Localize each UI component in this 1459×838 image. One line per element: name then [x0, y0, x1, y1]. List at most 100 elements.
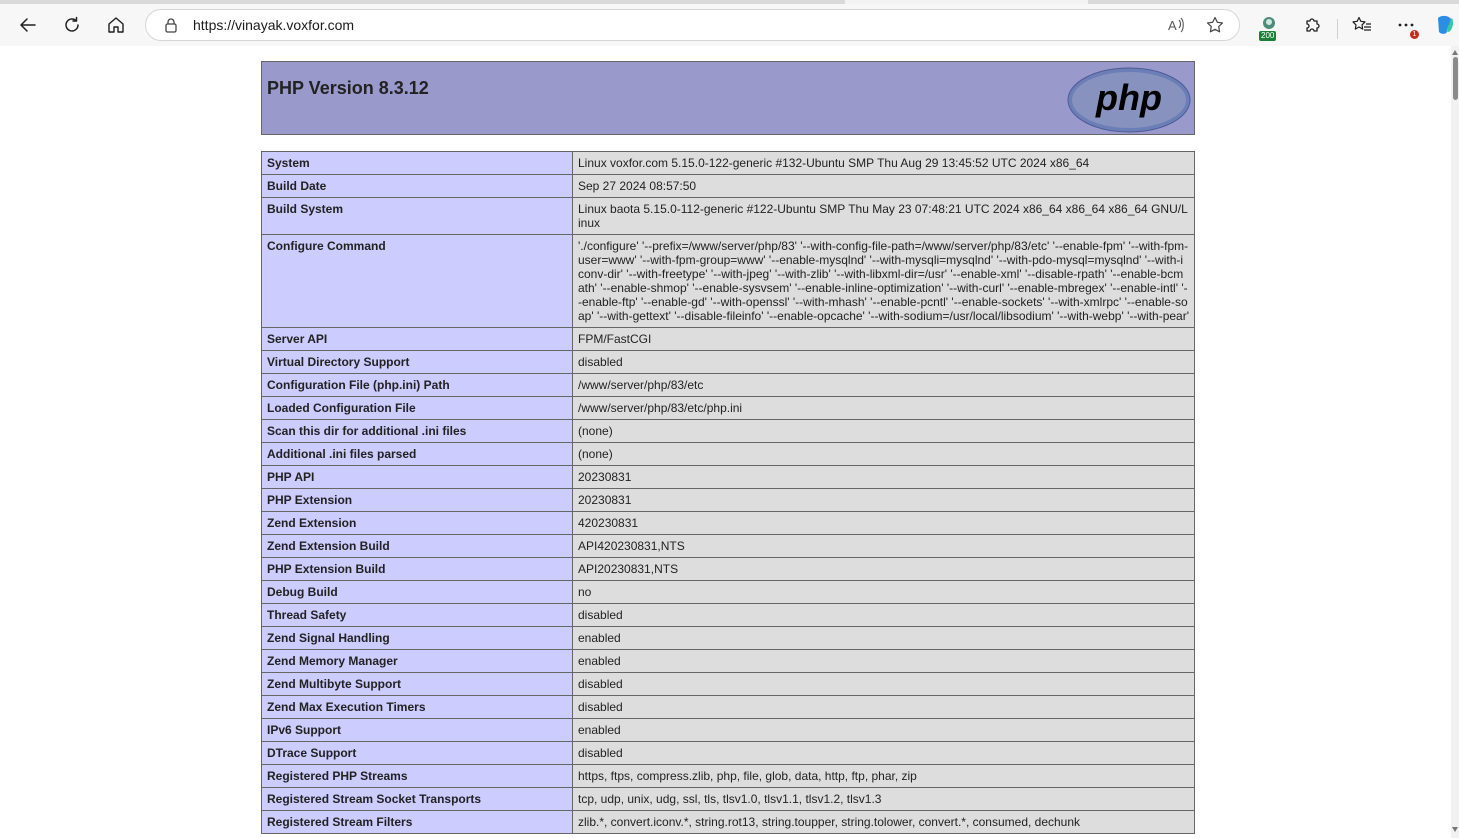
favorites-button[interactable] — [1346, 9, 1378, 41]
table-row: Zend Extension 420230831 — [261, 511, 1195, 535]
table-row: Configure Command './configure' '--prefix… — [261, 234, 1195, 328]
setting-name: DTrace Support — [261, 741, 573, 765]
setting-name: Virtual Directory Support — [261, 350, 573, 374]
setting-name: System — [261, 151, 573, 175]
table-row: Zend Extension Build API420230831,NTS — [261, 534, 1195, 558]
back-button[interactable] — [12, 9, 44, 41]
address-bar[interactable]: https://vinayak.voxfor.com A — [145, 9, 1240, 41]
scroll-down-arrow-icon[interactable] — [1452, 827, 1458, 832]
table-row: Server API FPM/FastCGI — [261, 327, 1195, 351]
setting-value: disabled — [572, 672, 1195, 696]
toolbar-separator — [1337, 19, 1338, 39]
setting-name: Registered Stream Filters — [261, 810, 573, 834]
setting-name: PHP Extension Build — [261, 557, 573, 581]
setting-name: Zend Extension Build — [261, 534, 573, 558]
setting-value: (none) — [572, 442, 1195, 466]
php-info-table: System Linux voxfor.com 5.15.0-122-generi… — [261, 151, 1195, 834]
table-row: System Linux voxfor.com 5.15.0-122-generi… — [261, 151, 1195, 175]
menu-badge: 1 — [1410, 30, 1419, 39]
setting-value: Linux baota 5.15.0-112-generic #122-Ubun… — [572, 197, 1195, 235]
scrollbar-track[interactable] — [1451, 46, 1459, 838]
setting-value: Linux voxfor.com 5.15.0-122-generic #132… — [572, 151, 1195, 175]
page-title: PHP Version 8.3.12 — [267, 78, 429, 98]
refresh-icon — [65, 16, 79, 32]
setting-value: tcp, udp, unix, udg, ssl, tls, tlsv1.0, … — [572, 787, 1195, 811]
refresh-button[interactable] — [56, 9, 88, 41]
setting-name: Zend Max Execution Timers — [261, 695, 573, 719]
setting-value: /www/server/php/83/etc — [572, 373, 1195, 397]
php-version-header: PHP Version 8.3.12 php — [261, 61, 1195, 135]
setting-value: enabled — [572, 718, 1195, 742]
favorites-icon — [1352, 16, 1371, 31]
php-logo[interactable]: php — [1067, 67, 1191, 133]
setting-name: Additional .ini files parsed — [261, 442, 573, 466]
setting-value: zlib.*, convert.iconv.*, string.rot13, s… — [572, 810, 1195, 834]
table-row: Build Date Sep 27 2024 08:57:50 — [261, 174, 1195, 198]
setting-name: PHP API — [261, 465, 573, 489]
setting-value: API420230831,NTS — [572, 534, 1195, 558]
table-row: Zend Memory Manager enabled — [261, 649, 1195, 673]
page-viewport: PHP Version 8.3.12 php System Linux voxfo… — [4, 46, 1451, 838]
setting-name: Thread Safety — [261, 603, 573, 627]
table-row: Loaded Configuration File/www/server/php… — [261, 396, 1195, 420]
url-text[interactable]: https://vinayak.voxfor.com — [193, 17, 354, 33]
extension-badge: 200 — [1259, 31, 1277, 41]
setting-name: Build System — [261, 197, 573, 235]
setting-name: Build Date — [261, 174, 573, 198]
table-row: PHP Extension Build API20230831,NTS — [261, 557, 1195, 581]
setting-value: disabled — [572, 350, 1195, 374]
setting-name: Zend Extension — [261, 511, 573, 535]
table-row: Zend Signal Handling enabled — [261, 626, 1195, 650]
setting-name: Scan this dir for additional .ini files — [261, 419, 573, 443]
home-icon — [108, 17, 124, 33]
table-row: Registered PHP Streams https, ftps, compr… — [261, 764, 1195, 788]
setting-name: Debug Build — [261, 580, 573, 604]
back-icon — [20, 18, 36, 32]
svg-text:php: php — [1095, 77, 1162, 118]
setting-name: Configuration File (php.ini) Path — [261, 373, 573, 397]
table-row: Zend Max Execution Timers disabled — [261, 695, 1195, 719]
table-row: Configuration File (php.ini) Path/www/se… — [261, 373, 1195, 397]
table-row: Zend Multibyte Support disabled — [261, 672, 1195, 696]
setting-name: Registered PHP Streams — [261, 764, 573, 788]
table-row: Thread Safety disabled — [261, 603, 1195, 627]
table-row: PHP Extension 20230831 — [261, 488, 1195, 512]
copilot-button[interactable] — [1430, 9, 1459, 41]
table-row: Debug Build no — [261, 580, 1195, 604]
table-row: Additional .ini files parsed (none) — [261, 442, 1195, 466]
setting-name: Server API — [261, 327, 573, 351]
table-row: DTrace Support disabled — [261, 741, 1195, 765]
setting-name: Zend Signal Handling — [261, 626, 573, 650]
setting-value: disabled — [572, 741, 1195, 765]
home-button[interactable] — [100, 9, 132, 41]
setting-value: disabled — [572, 603, 1195, 627]
table-row: Scan this dir for additional .ini files(… — [261, 419, 1195, 443]
lock-icon[interactable] — [164, 17, 178, 38]
setting-name: Registered Stream Socket Transports — [261, 787, 573, 811]
setting-value: enabled — [572, 649, 1195, 673]
setting-value: 20230831 — [572, 488, 1195, 512]
setting-value: enabled — [572, 626, 1195, 650]
setting-value: disabled — [572, 695, 1195, 719]
scroll-up-arrow-icon[interactable] — [1452, 50, 1458, 55]
table-row: PHP API 20230831 — [261, 465, 1195, 489]
read-aloud-icon[interactable]: A — [1167, 16, 1185, 39]
setting-value: https, ftps, compress.zlib, php, file, g… — [572, 764, 1195, 788]
setting-name: IPv6 Support — [261, 718, 573, 742]
table-row: Registered Stream Socket Transports tcp, … — [261, 787, 1195, 811]
setting-name: Configure Command — [261, 234, 573, 328]
setting-value: API20230831,NTS — [572, 557, 1195, 581]
extensions-button[interactable] — [1297, 9, 1329, 41]
setting-value: 420230831 — [572, 511, 1195, 535]
setting-name: PHP Extension — [261, 488, 573, 512]
copilot-icon — [1437, 15, 1453, 34]
favorite-star-icon[interactable] — [1206, 16, 1224, 39]
setting-value: './configure' '--prefix=/www/server/php/… — [572, 234, 1195, 328]
table-row: Registered Stream Filters zlib.*, convert… — [261, 810, 1195, 834]
setting-name: Loaded Configuration File — [261, 396, 573, 420]
setting-name: Zend Memory Manager — [261, 649, 573, 673]
setting-value: (none) — [572, 419, 1195, 443]
table-row: Build System Linux baota 5.15.0-112-gener… — [261, 197, 1195, 235]
scrollbar-thumb[interactable] — [1453, 57, 1458, 100]
setting-value: FPM/FastCGI — [572, 327, 1195, 351]
